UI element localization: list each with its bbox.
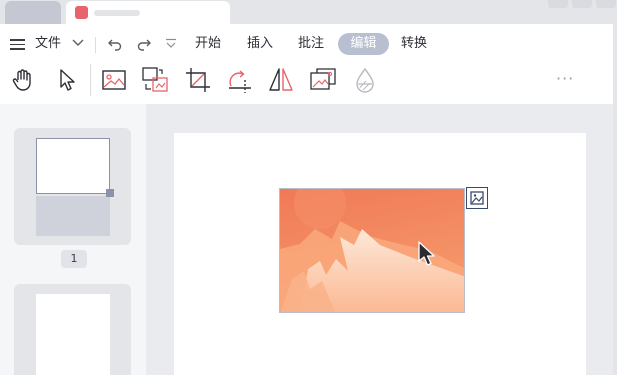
image-edit-icon [310,68,336,90]
thumbnail-resize-handle[interactable] [106,189,114,197]
close-button[interactable] [596,0,616,8]
replace-image-button[interactable] [140,65,170,95]
insert-image-button[interactable] [99,65,129,95]
page-thumbnail-pane: 1 [0,104,146,375]
edit-toolbar: ··· [0,62,613,104]
redo-icon[interactable] [136,36,152,52]
watermark-button[interactable] [350,65,380,95]
hamburger-menu-icon[interactable] [10,39,25,50]
edit-image-button[interactable] [308,65,338,95]
tab-start[interactable]: 开始 [195,33,221,55]
select-arrow-icon [60,69,75,91]
page-number-label: 1 [61,250,87,268]
page-thumbnail-selected[interactable] [14,128,131,245]
page-thumbnail[interactable] [14,284,131,375]
image-options-icon[interactable] [466,187,488,209]
rotate-icon [229,70,251,93]
flip-button[interactable] [266,65,296,95]
minimize-button[interactable] [548,0,568,8]
replace-image-icon [142,67,168,92]
tab-title [94,10,140,16]
ribbon: 文件 开始 插入 批注 编辑 转换 ··· [0,24,617,104]
tab-convert[interactable]: 转换 [401,33,427,55]
watermark-icon [356,67,374,93]
tab-edit[interactable]: 编辑 [338,33,389,55]
document-workspace [146,104,613,375]
document-page [174,133,586,375]
file-menu[interactable]: 文件 [35,33,61,55]
quick-access-dropdown-icon[interactable] [165,38,177,50]
image-icon [102,70,126,90]
maximize-button[interactable] [572,0,592,8]
hand-tool-button[interactable] [8,65,38,95]
window-tab-bar [0,0,617,25]
menu-bar: 文件 开始 插入 批注 编辑 转换 [0,24,613,62]
pdf-app-icon [75,6,88,19]
active-document-tab[interactable] [66,1,230,25]
tab-annotate[interactable]: 批注 [298,33,324,55]
divider [95,37,96,53]
flip-horizontal-icon [269,68,293,91]
chevron-down-icon[interactable] [72,38,84,48]
tab-insert[interactable]: 插入 [247,33,273,55]
inactive-document-tab[interactable] [5,1,61,24]
rotate-button[interactable] [225,65,255,95]
thumbnail-page-preview [36,138,110,194]
mouse-cursor-icon [418,241,435,266]
more-tools-button[interactable]: ··· [556,69,574,88]
select-tool-button[interactable] [52,65,82,95]
divider [90,64,91,96]
thumbnail-page-preview [36,294,110,375]
crop-icon [186,68,210,92]
thumbnail-overflow [36,196,110,236]
undo-icon[interactable] [107,36,123,52]
hand-icon [12,69,31,91]
crop-button[interactable] [183,65,213,95]
